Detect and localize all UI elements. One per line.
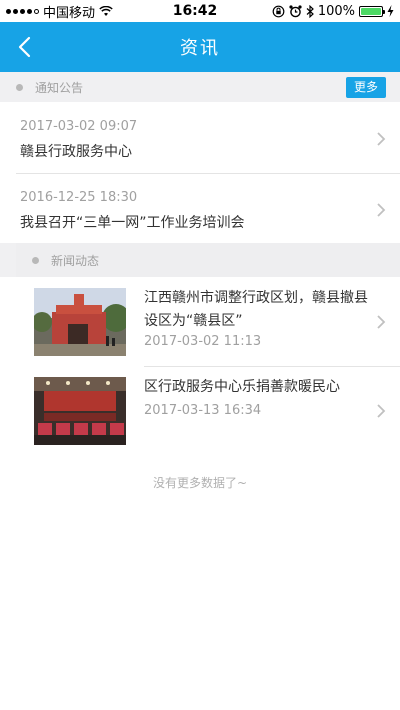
news-title: 江西赣州市调整行政区划，赣县撤县设区为“赣县区” (144, 290, 368, 329)
notice-date: 2016-12-25 18:30 (20, 190, 138, 205)
news-item[interactable]: 区行政服务中心乐捐善款暖民心 2017-03-13 16:34 (0, 368, 400, 454)
notice-title: 赣县行政服务中心 (20, 144, 132, 160)
no-more-data-text: 没有更多数据了~ (152, 476, 248, 490)
battery-percent: 100% (317, 3, 355, 19)
chevron-right-icon (377, 132, 386, 146)
page-title: 资讯 (180, 38, 220, 59)
nav-bar: 资讯 (0, 22, 400, 72)
charging-icon (387, 5, 394, 17)
carrier-name: 中国移动 (43, 5, 96, 21)
status-left: 中国移动 (6, 2, 146, 21)
bluetooth-icon (306, 4, 314, 18)
status-time: 16:42 (172, 3, 218, 19)
more-button[interactable]: 更多 (345, 77, 386, 98)
status-right: 100% (244, 4, 394, 19)
notice-date: 2017-03-02 09:07 (20, 119, 138, 134)
news-section-header: 新闻动态 (16, 243, 400, 277)
notice-item[interactable]: 2016-12-25 18:30 我县召开“三单一网”工作业务培训会 (0, 174, 400, 244)
bullet-dot-icon (16, 83, 23, 91)
news-thumbnail-government-building (34, 288, 126, 356)
news-title: 区行政服务中心乐捐善款暖民心 (144, 379, 340, 395)
news-date: 2017-03-13 16:34 (144, 403, 262, 418)
signal-icon (6, 8, 39, 14)
rotation-lock-icon (272, 5, 285, 17)
status-bar: 中国移动 16:42 100% (0, 0, 400, 22)
battery-icon (359, 5, 385, 17)
notice-item[interactable]: 2017-03-02 09:07 赣县行政服务中心 (0, 103, 400, 173)
news-thumbnail-meeting-hall (34, 377, 126, 445)
wifi-icon (99, 5, 113, 16)
chevron-right-icon (377, 315, 386, 329)
chevron-right-icon (377, 404, 386, 418)
chevron-right-icon (377, 203, 386, 217)
alarm-icon (289, 4, 302, 17)
news-section-label: 新闻动态 (51, 253, 100, 268)
divider (144, 366, 400, 367)
news-date: 2017-03-02 11:13 (144, 334, 262, 349)
notice-title: 我县召开“三单一网”工作业务培训会 (20, 215, 245, 231)
bullet-dot-icon (32, 256, 39, 264)
notices-section-header: 通知公告 更多 (0, 72, 400, 102)
notices-section-label: 通知公告 (35, 80, 84, 95)
back-button[interactable] (14, 35, 38, 59)
news-item[interactable]: 江西赣州市调整行政区划，赣县撤县设区为“赣县区” 2017-03-02 11:1… (0, 280, 400, 366)
